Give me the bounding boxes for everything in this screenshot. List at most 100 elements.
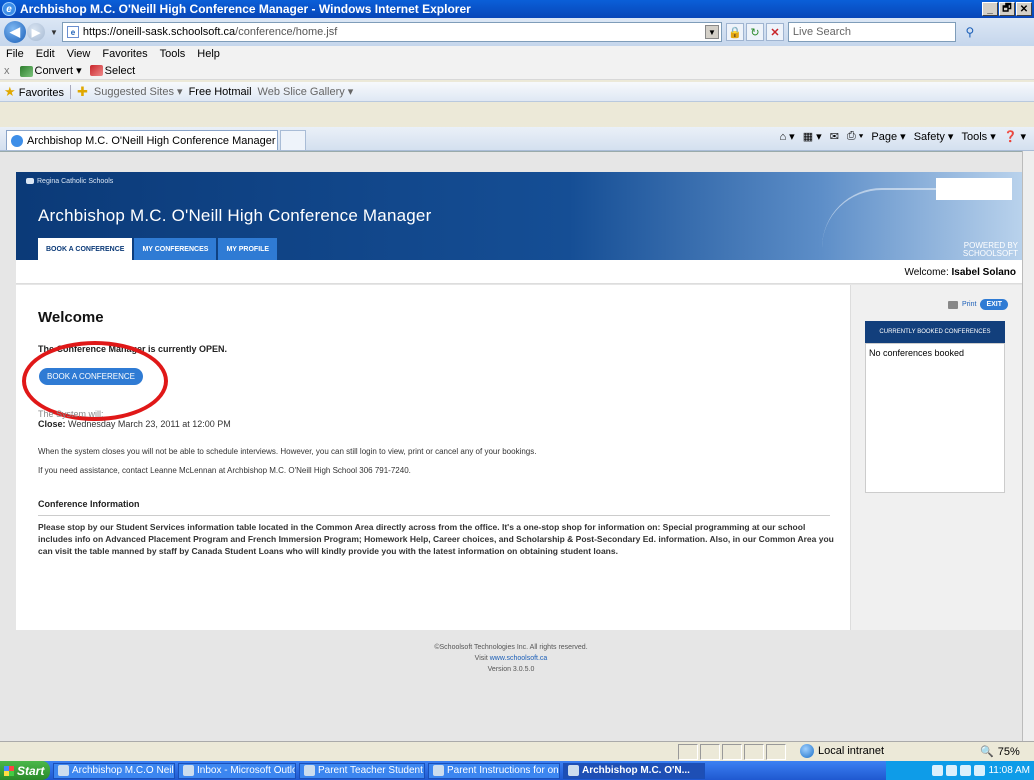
tab-conference-manager[interactable]: Archbishop M.C. O'Neill High Conference … (6, 130, 278, 150)
org-name: Regina Catholic Schools (26, 178, 113, 185)
zone-label: Local intranet (818, 745, 885, 757)
ie-icon: e (2, 2, 16, 16)
assistance-note: If you need assistance, contact Leanne M… (38, 466, 411, 475)
menu-help[interactable]: Help (197, 48, 220, 60)
menu-tools[interactable]: Tools (160, 48, 186, 60)
status-cell (678, 744, 698, 760)
zoom-control[interactable]: 🔍 75% (980, 745, 1020, 759)
search-placeholder: Live Search (792, 26, 852, 38)
print-toolbar-icon[interactable]: ⎙ ▾ (847, 130, 863, 143)
system-will-text: The System will: (38, 409, 104, 419)
menu-bar: File Edit View Favorites Tools Help (0, 46, 1034, 62)
welcome-bar: Welcome: Isabel Solano (16, 260, 1022, 284)
search-input[interactable]: Live Search (787, 22, 956, 42)
command-bar: x Convert ▾ Select (0, 62, 1034, 80)
home-icon[interactable]: ⌂ ▾ (779, 130, 794, 143)
favorites-button[interactable]: ★ Favorites (4, 84, 64, 100)
select-button[interactable]: Select (89, 64, 136, 77)
start-button[interactable]: Start (0, 761, 50, 780)
add-favorites-icon[interactable]: ✚ (77, 84, 88, 100)
exit-button[interactable]: EXIT (980, 299, 1008, 310)
close-toolbar-icon[interactable]: x (4, 65, 10, 77)
forward-button[interactable]: ▶ (27, 23, 45, 41)
menu-edit[interactable]: Edit (36, 48, 55, 60)
tools-menu[interactable]: Tools ▾ (961, 130, 995, 143)
ie-task-icon (568, 765, 579, 776)
security-zone[interactable]: Local intranet (800, 744, 884, 758)
print-icon[interactable] (948, 300, 959, 309)
window-titlebar: e Archbishop M.C. O'Neill High Conferenc… (0, 0, 1034, 18)
tray-icon[interactable] (974, 765, 986, 776)
address-toolbar: ◀ ▶ ▼ e https://oneill-sask.schoolsoft.c… (0, 18, 1034, 46)
header-decoration (822, 188, 992, 248)
version: Version 3.0.5.0 (487, 666, 535, 673)
address-dropdown-icon[interactable]: ▼ (704, 25, 719, 39)
fav-suggested-sites[interactable]: Suggested Sites ▾ (94, 85, 183, 98)
refresh-icon[interactable]: ↻ (745, 23, 764, 41)
restore-button[interactable]: 🗗 (999, 2, 1015, 16)
no-bookings-text: No conferences booked (869, 348, 965, 358)
conference-info-text: Please stop by our Student Services info… (38, 522, 834, 556)
folder-icon (304, 765, 315, 776)
task-parent-instructions[interactable]: Parent Instructions for on-l... (428, 762, 560, 779)
search-icon[interactable]: ⚲ (958, 22, 982, 42)
fav-web-slice-gallery[interactable]: Web Slice Gallery ▾ (258, 85, 354, 98)
stop-icon[interactable]: ✕ (765, 23, 784, 41)
page-title: Welcome (38, 309, 104, 326)
window-title: Archbishop M.C. O'Neill High Conference … (20, 2, 471, 16)
word-icon (433, 765, 444, 776)
tray-icon[interactable] (932, 765, 944, 776)
divider (38, 515, 830, 516)
task-parent-teacher[interactable]: Parent Teacher Student ... (299, 762, 425, 779)
close-date: Close: Wednesday March 23, 2011 at 12:00… (38, 419, 231, 429)
tab-book-conference[interactable]: BOOK A CONFERENCE (38, 238, 133, 260)
feeds-icon[interactable]: ▦ ▾ (803, 130, 822, 143)
tray-icon[interactable] (946, 765, 958, 776)
tab-my-profile[interactable]: MY PROFILE (218, 238, 278, 260)
powered-by: POWERED BY SCHOOLSOFT (962, 241, 1018, 258)
booked-conferences-list: No conferences booked (865, 343, 1005, 493)
tray-icon[interactable] (960, 765, 972, 776)
site-header: Regina Catholic Schools Archbishop M.C. … (16, 172, 1022, 260)
history-dropdown-icon[interactable]: ▼ (50, 28, 58, 37)
close-button[interactable]: ✕ (1016, 2, 1032, 16)
minimize-button[interactable]: _ (982, 2, 998, 16)
zoom-level: 75% (997, 745, 1020, 758)
booked-conferences-header: CURRENTLY BOOKED CONFERENCES (865, 321, 1005, 343)
tab-label: Archbishop M.C. O'Neill High Conference … (27, 134, 276, 147)
zoom-icon: 🔍 (980, 746, 994, 758)
sidebar: Print EXIT CURRENTLY BOOKED CONFERENCES … (850, 285, 1022, 630)
back-button[interactable]: ◀ (4, 21, 26, 43)
favorites-bar: ★ Favorites ✚ Suggested Sites ▾ Free Hot… (0, 82, 1034, 102)
fav-free-hotmail[interactable]: Free Hotmail (189, 86, 252, 98)
system-tray: 11:08 AM (886, 761, 1034, 780)
tab-my-conferences[interactable]: MY CONFERENCES (134, 238, 217, 260)
menu-view[interactable]: View (67, 48, 91, 60)
help-icon[interactable]: ❓ ▾ (1004, 130, 1026, 143)
convert-label: Convert (34, 65, 74, 77)
convert-icon (19, 65, 33, 77)
menu-favorites[interactable]: Favorites (102, 48, 147, 60)
status-bar: Local intranet 🔍 75% (0, 741, 1034, 761)
welcome-text: Welcome: Isabel Solano (904, 267, 1016, 278)
print-link[interactable]: Print (962, 301, 976, 308)
mail-icon[interactable]: ✉ (830, 130, 839, 143)
safety-menu[interactable]: Safety ▾ (914, 130, 954, 143)
select-label: Select (104, 64, 136, 77)
app-icon (58, 765, 69, 776)
lock-icon[interactable]: 🔒 (725, 23, 744, 41)
convert-button[interactable]: Convert ▾ (19, 64, 82, 77)
status-cell (700, 744, 720, 760)
status-cell (722, 744, 742, 760)
windows-logo-icon (4, 765, 14, 776)
task-archbishop-active[interactable]: Archbishop M.C. O'N... (563, 762, 705, 779)
menu-file[interactable]: File (6, 48, 24, 60)
task-outlook[interactable]: Inbox - Microsoft Outlook (178, 762, 296, 779)
schoolsoft-link[interactable]: www.schoolsoft.ca (490, 655, 548, 662)
vertical-scrollbar[interactable] (1022, 151, 1034, 741)
new-tab-button[interactable] (280, 130, 306, 150)
task-archbishop-1[interactable]: Archbishop M.C.O Neill Hi... (53, 762, 175, 779)
address-input[interactable]: e https://oneill-sask.schoolsoft.ca/conf… (61, 22, 722, 42)
page-menu[interactable]: Page ▾ (871, 130, 905, 143)
taskbar: Start Archbishop M.C.O Neill Hi... Inbox… (0, 761, 1034, 780)
